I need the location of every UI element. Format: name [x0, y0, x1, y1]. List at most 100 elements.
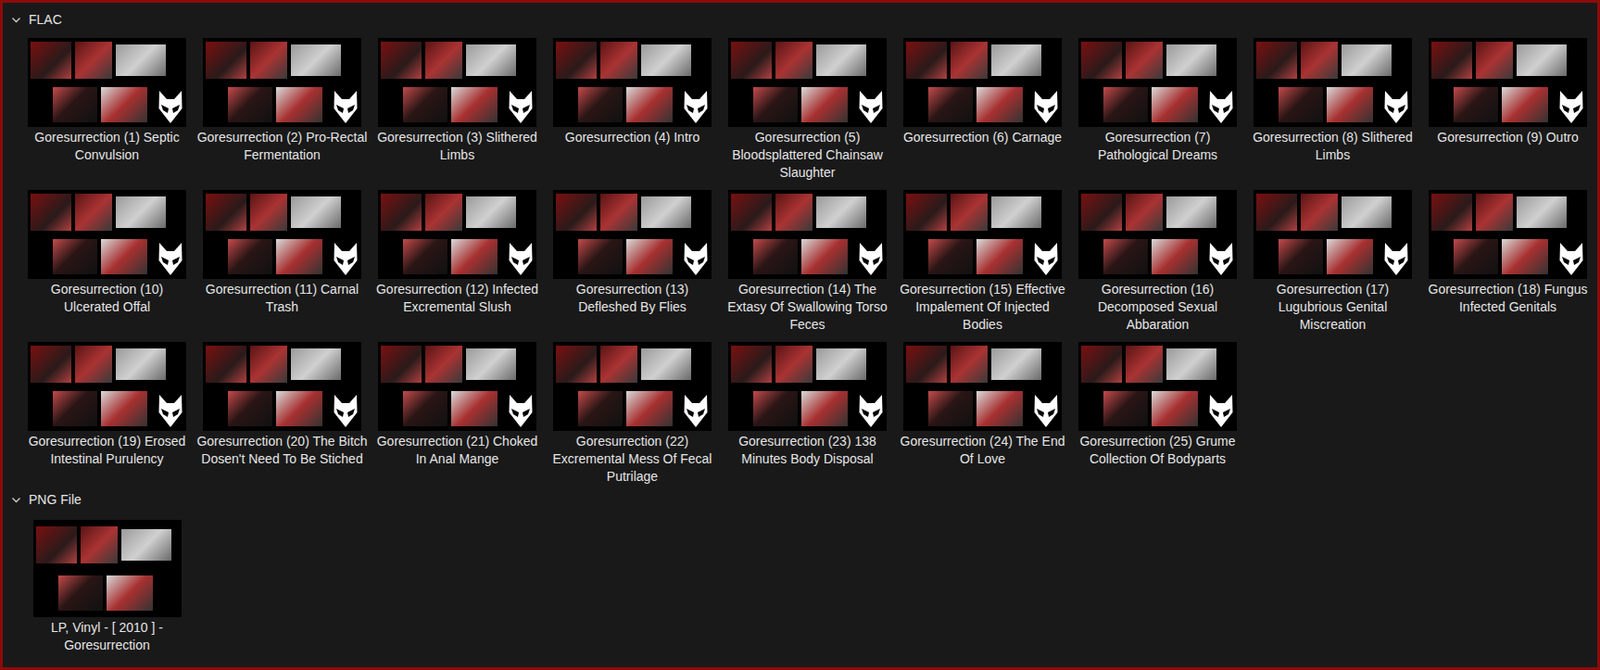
group-header[interactable]: PNG File: [2, 490, 1598, 509]
cover-photo: [466, 196, 517, 228]
thumbnail[interactable]: [33, 519, 182, 618]
cover-photo: [290, 196, 341, 228]
file-tile[interactable]: LP, Vinyl - [ 2010 ] - Goresurrection: [19, 519, 195, 665]
thumbnail[interactable]: [1078, 341, 1237, 431]
file-tile[interactable]: Goresurrection (1) Septic Convulsion: [19, 37, 195, 183]
file-tile[interactable]: Goresurrection (21) Choked In Anal Mange: [369, 341, 545, 487]
thumbnail[interactable]: [1428, 37, 1588, 127]
thumbnail[interactable]: [1253, 37, 1412, 127]
file-name: Goresurrection (24) The End Of Love: [896, 430, 1069, 468]
file-tile[interactable]: Goresurrection (2) Pro-Rectal Fermentati…: [194, 37, 370, 183]
cover-photo: [950, 193, 988, 231]
thumbnail[interactable]: [728, 37, 887, 127]
thumbnail[interactable]: [903, 37, 1062, 127]
fox-head-icon: [332, 88, 359, 125]
file-tile[interactable]: Goresurrection (17) Lugubrious Genital M…: [1245, 189, 1421, 335]
cover-photo: [641, 44, 692, 76]
thumbnail[interactable]: [553, 37, 712, 127]
file-tile[interactable]: Goresurrection (19) Erosed Intestinal Pu…: [19, 341, 195, 487]
file-tile[interactable]: Goresurrection (5) Bloodsplattered Chain…: [719, 37, 895, 183]
thumbnail[interactable]: [1253, 189, 1412, 279]
thumbnail[interactable]: [377, 341, 537, 431]
thumbnail[interactable]: [553, 189, 712, 279]
thumbnail[interactable]: [1078, 37, 1237, 127]
cover-photo: [1151, 239, 1198, 275]
file-tile[interactable]: Goresurrection (9) Outro: [1420, 37, 1596, 183]
thumbnail[interactable]: [903, 189, 1062, 279]
chevron-icon[interactable]: [11, 494, 22, 505]
thumbnail[interactable]: [903, 341, 1062, 431]
cover-photo: [928, 87, 973, 123]
thumbnail[interactable]: [553, 341, 712, 431]
cover-photo: [1166, 196, 1217, 228]
file-tile[interactable]: Goresurrection (4) Intro: [544, 37, 720, 183]
collage-row: [1256, 39, 1410, 82]
fox-head-icon: [1383, 88, 1410, 125]
thumbnail[interactable]: [202, 341, 362, 431]
file-tile[interactable]: Goresurrection (10) Ulcerated Offal: [19, 189, 195, 335]
thumbnail[interactable]: [202, 37, 362, 127]
file-tile[interactable]: Goresurrection (24) The End Of Love: [894, 341, 1071, 487]
cover-photo: [928, 390, 973, 427]
cover-photo: [1125, 41, 1163, 79]
file-name: Goresurrection (8) Slithered Limbs: [1247, 126, 1419, 164]
cover-photo: [36, 526, 77, 564]
cover-photo: [991, 44, 1042, 76]
cover-photo: [425, 345, 463, 383]
cover-photo: [1125, 345, 1163, 383]
collage-row: [380, 39, 534, 82]
fox-head-icon: [332, 240, 359, 277]
group-name: PNG File: [28, 491, 82, 507]
thumbnail[interactable]: [728, 189, 887, 279]
thumbnail[interactable]: [202, 189, 362, 279]
thumbnail[interactable]: [27, 189, 187, 279]
chevron-icon[interactable]: [11, 14, 22, 26]
file-tile[interactable]: Goresurrection (7) Pathological Dreams: [1070, 37, 1246, 183]
cover-photo: [976, 87, 1023, 123]
fox-head-icon: [1558, 240, 1585, 277]
file-name: Goresurrection (16) Decomposed Sexual Ab…: [1071, 278, 1244, 334]
file-tile[interactable]: Goresurrection (18) Fungus Infected Geni…: [1420, 189, 1596, 335]
file-tile[interactable]: Goresurrection (12) Infected Excremental…: [369, 189, 545, 335]
cover-photo: [1278, 87, 1323, 123]
file-tile[interactable]: Goresurrection (25) Grume Collection Of …: [1070, 341, 1246, 487]
file-name: Goresurrection (21) Choked In Anal Mange: [371, 430, 543, 468]
file-tile[interactable]: Goresurrection (16) Decomposed Sexual Ab…: [1070, 189, 1246, 335]
file-name: LP, Vinyl - [ 2010 ] - Goresurrection: [21, 617, 193, 655]
cover-photo: [100, 390, 148, 427]
thumbnail[interactable]: [1078, 189, 1237, 279]
fox-head-icon: [1208, 240, 1235, 277]
cover-photo: [276, 239, 323, 275]
cover-photo: [380, 345, 422, 383]
thumbnail[interactable]: [27, 341, 187, 431]
cover-photo: [775, 193, 813, 231]
file-tile[interactable]: Goresurrection (6) Carnage: [894, 37, 1071, 183]
cover-photo: [1103, 239, 1148, 275]
file-name: Goresurrection (17) Lugubrious Genital M…: [1247, 278, 1419, 334]
file-tile[interactable]: Goresurrection (13) Defleshed By Flies: [544, 189, 720, 335]
file-tile[interactable]: Goresurrection (14) The Extasy Of Swallo…: [719, 189, 895, 335]
cover-photo: [928, 239, 973, 275]
file-tile[interactable]: Goresurrection (15) Effective Impalement…: [894, 189, 1071, 335]
thumbnail[interactable]: [27, 37, 187, 127]
group-header[interactable]: FLAC: [2, 10, 1598, 29]
cover-photo: [816, 196, 867, 228]
thumbnail[interactable]: [1428, 189, 1588, 279]
file-tile[interactable]: Goresurrection (11) Carnal Trash: [194, 189, 370, 335]
thumbnail[interactable]: [377, 37, 537, 127]
file-tile[interactable]: Goresurrection (3) Slithered Limbs: [369, 37, 545, 183]
cover-photo: [626, 239, 673, 275]
thumbnail[interactable]: [728, 341, 887, 431]
cover-photo: [801, 390, 848, 427]
fox-head-icon: [157, 88, 184, 125]
file-name: Goresurrection (7) Pathological Dreams: [1071, 126, 1244, 164]
file-tile[interactable]: Goresurrection (8) Slithered Limbs: [1245, 37, 1421, 183]
file-tile[interactable]: Goresurrection (20) The Bitch Dosen't Ne…: [194, 341, 370, 487]
file-tile[interactable]: Goresurrection (23) 138 Minutes Body Dis…: [719, 341, 895, 487]
cover-photo: [578, 87, 623, 123]
collage-row: [1081, 343, 1235, 386]
file-tile[interactable]: Goresurrection (22) Excremental Mess Of …: [544, 341, 720, 487]
cover-photo: [100, 87, 148, 123]
thumbnail[interactable]: [377, 189, 537, 279]
cover-photo: [1166, 348, 1217, 380]
